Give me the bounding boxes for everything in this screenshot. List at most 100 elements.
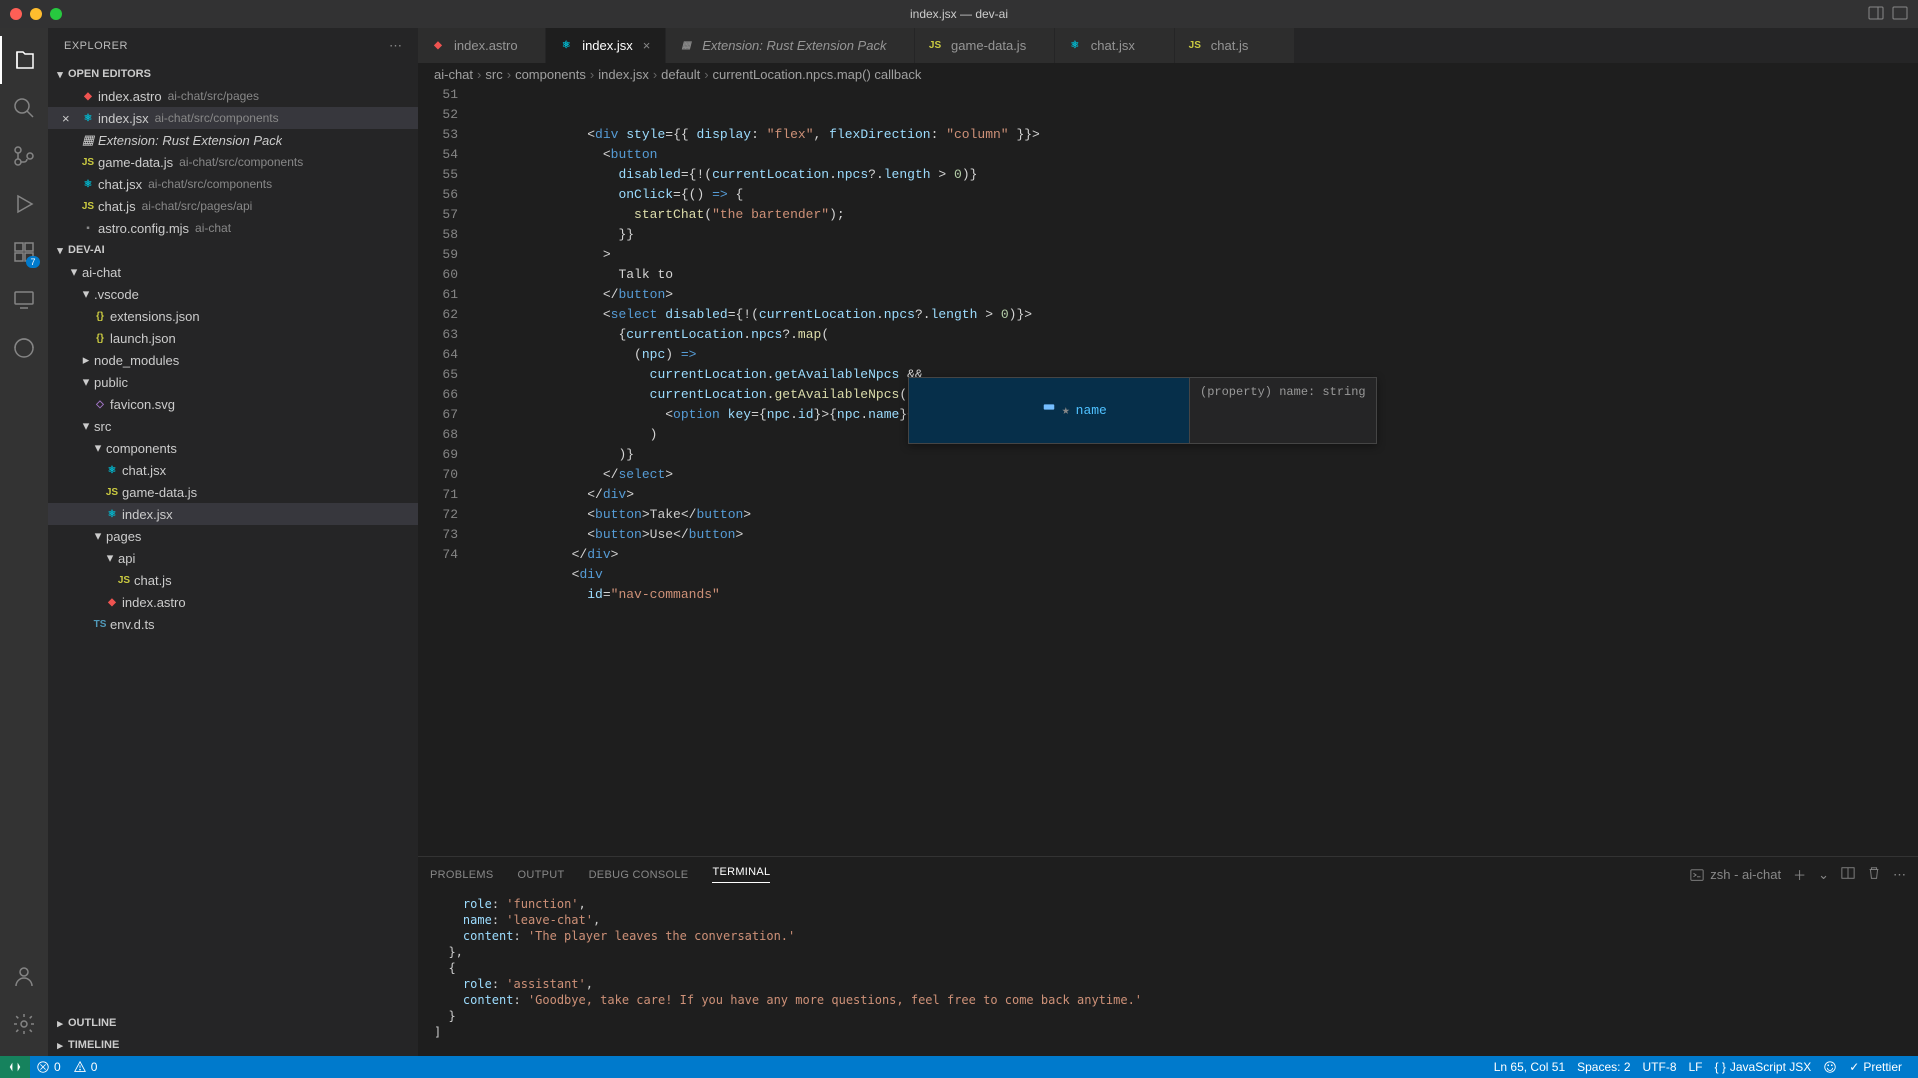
code-content[interactable]: <div style={{ display: "flex", flexDirec… [478, 85, 1918, 856]
editor-area: ◆index.astro×⚛index.jsx×▦Extension: Rust… [418, 28, 1918, 1056]
panel-tab-output[interactable]: OUTPUT [518, 869, 565, 881]
close-editor-icon[interactable]: × [62, 111, 78, 126]
breadcrumb-separator: › [590, 67, 594, 82]
feedback-icon[interactable] [1817, 1060, 1843, 1074]
panel-tab-debug-console[interactable]: DEBUG CONSOLE [589, 869, 689, 881]
file-item[interactable]: {}launch.json [48, 327, 418, 349]
sidebar-title: EXPLORER [64, 40, 128, 52]
search-activity[interactable] [0, 84, 48, 132]
open-editor-item[interactable]: ×◆index.astroai-chat/src/pages [48, 85, 418, 107]
file-item[interactable]: ⚛index.jsx [48, 503, 418, 525]
terminal-shell-icon[interactable]: zsh - ai-chat [1690, 867, 1781, 882]
open-editor-item[interactable]: ×JSgame-data.jsai-chat/src/components [48, 151, 418, 173]
statusbar: 0 0 Ln 65, Col 51 Spaces: 2 UTF-8 LF { }… [0, 1056, 1918, 1078]
folder-item[interactable]: ▾pages [48, 525, 418, 547]
encoding[interactable]: UTF-8 [1637, 1060, 1683, 1074]
chevron-right-icon: ▸ [78, 352, 94, 368]
file-item[interactable]: TSenv.d.ts [48, 613, 418, 635]
folder-section[interactable]: ▾ DEV-AI [48, 239, 418, 261]
folder-item[interactable]: ▾src [48, 415, 418, 437]
symbol-icon [917, 380, 1056, 441]
extensions-activity[interactable]: 7 [0, 228, 48, 276]
terminal-dropdown-icon[interactable]: ⌄ [1818, 867, 1829, 883]
code-editor[interactable]: 5152535455565758596061626364656667686970… [418, 85, 1918, 856]
kill-terminal-icon[interactable] [1867, 866, 1881, 883]
add-terminal-icon[interactable]: ＋ [1793, 865, 1806, 884]
open-editor-item[interactable]: ×▪astro.config.mjsai-chat [48, 217, 418, 239]
maximize-window[interactable] [50, 8, 62, 20]
panel-tab-terminal[interactable]: TERMINAL [712, 866, 770, 883]
open-editor-item[interactable]: ×⚛chat.jsxai-chat/src/components [48, 173, 418, 195]
breadcrumb-item[interactable]: components [515, 67, 586, 82]
folder-item[interactable]: ▾ai-chat [48, 261, 418, 283]
warnings-count[interactable]: 0 [67, 1060, 104, 1074]
edge-activity[interactable] [0, 324, 48, 372]
braces-icon: { } [1715, 1060, 1726, 1074]
layout-toggle-icon[interactable] [1868, 5, 1884, 24]
timeline-section[interactable]: ▸ TIMELINE [48, 1034, 418, 1056]
activity-bar: 7 [0, 28, 48, 1056]
file-item[interactable]: JSchat.js [48, 569, 418, 591]
account-activity[interactable] [0, 952, 48, 1000]
outline-section[interactable]: ▸ OUTLINE [48, 1012, 418, 1034]
explorer-activity[interactable] [0, 36, 48, 84]
split-icon[interactable] [1892, 5, 1908, 24]
editor-tab[interactable]: ◆index.astro× [418, 28, 546, 63]
cursor-position[interactable]: Ln 65, Col 51 [1488, 1060, 1571, 1074]
editor-tab[interactable]: ▦Extension: Rust Extension Pack× [666, 28, 915, 63]
folder-item[interactable]: ▾components [48, 437, 418, 459]
chevron-down-icon: ▾ [90, 528, 106, 544]
autocomplete-popup[interactable]: ★ name (property) name: string [908, 377, 1377, 444]
open-editor-item[interactable]: ×JSchat.jsai-chat/src/pages/api [48, 195, 418, 217]
settings-activity[interactable] [0, 1000, 48, 1048]
run-debug-activity[interactable] [0, 180, 48, 228]
open-editors-section[interactable]: ▾ OPEN EDITORS [48, 63, 418, 85]
file-item[interactable]: ◇favicon.svg [48, 393, 418, 415]
language-mode[interactable]: { } JavaScript JSX [1709, 1060, 1818, 1074]
breadcrumb-item[interactable]: currentLocation.npcs.map() callback [713, 67, 922, 82]
minimize-window[interactable] [30, 8, 42, 20]
titlebar: index.jsx — dev-ai [0, 0, 1918, 28]
prettier-status[interactable]: ✓ Prettier [1843, 1060, 1908, 1074]
star-icon: ★ [1062, 401, 1070, 421]
editor-tab[interactable]: ⚛chat.jsx× [1055, 28, 1175, 63]
file-item[interactable]: ⚛chat.jsx [48, 459, 418, 481]
open-editor-item[interactable]: ×▦Extension: Rust Extension Pack [48, 129, 418, 151]
open-editor-item[interactable]: ×⚛index.jsxai-chat/src/components [48, 107, 418, 129]
errors-count[interactable]: 0 [30, 1060, 67, 1074]
panel-more-icon[interactable]: ⋯ [1893, 867, 1906, 883]
terminal-output[interactable]: role: 'function', name: 'leave-chat', co… [418, 892, 1918, 1056]
source-control-activity[interactable] [0, 132, 48, 180]
editor-tab[interactable]: ⚛index.jsx× [546, 28, 666, 63]
breadcrumb-item[interactable]: ai-chat [434, 67, 473, 82]
indentation[interactable]: Spaces: 2 [1571, 1060, 1636, 1074]
remote-activity[interactable] [0, 276, 48, 324]
close-tab-icon[interactable]: × [643, 38, 651, 53]
editor-tab[interactable]: JSgame-data.js× [915, 28, 1055, 63]
chevron-down-icon: ▾ [66, 264, 82, 280]
folder-item[interactable]: ▸node_modules [48, 349, 418, 371]
folder-item[interactable]: ▾public [48, 371, 418, 393]
split-terminal-icon[interactable] [1841, 866, 1855, 883]
editor-tab[interactable]: JSchat.js× [1175, 28, 1295, 63]
remote-indicator[interactable] [0, 1056, 30, 1078]
folder-item[interactable]: ▾api [48, 547, 418, 569]
editor-tabs: ◆index.astro×⚛index.jsx×▦Extension: Rust… [418, 28, 1918, 63]
window-title: index.jsx — dev-ai [910, 7, 1008, 21]
chevron-right-icon: ▸ [52, 1017, 68, 1030]
breadcrumb-item[interactable]: default [661, 67, 700, 82]
breadcrumb-item[interactable]: index.jsx [598, 67, 649, 82]
file-item[interactable]: ◆index.astro [48, 591, 418, 613]
folder-item[interactable]: ▾.vscode [48, 283, 418, 305]
eol[interactable]: LF [1683, 1060, 1709, 1074]
file-item[interactable]: {}extensions.json [48, 305, 418, 327]
file-item[interactable]: JSgame-data.js [48, 481, 418, 503]
panel-tab-problems[interactable]: PROBLEMS [430, 869, 494, 881]
chevron-down-icon: ▾ [52, 244, 68, 257]
breadcrumbs[interactable]: ai-chat›src›components›index.jsx›default… [418, 63, 1918, 85]
sidebar-more-icon[interactable]: ⋯ [389, 38, 402, 54]
breadcrumb-item[interactable]: src [485, 67, 502, 82]
panel-tabs: PROBLEMS OUTPUT DEBUG CONSOLE TERMINAL zsh … [418, 857, 1918, 892]
extensions-badge: 7 [26, 256, 40, 268]
close-window[interactable] [10, 8, 22, 20]
